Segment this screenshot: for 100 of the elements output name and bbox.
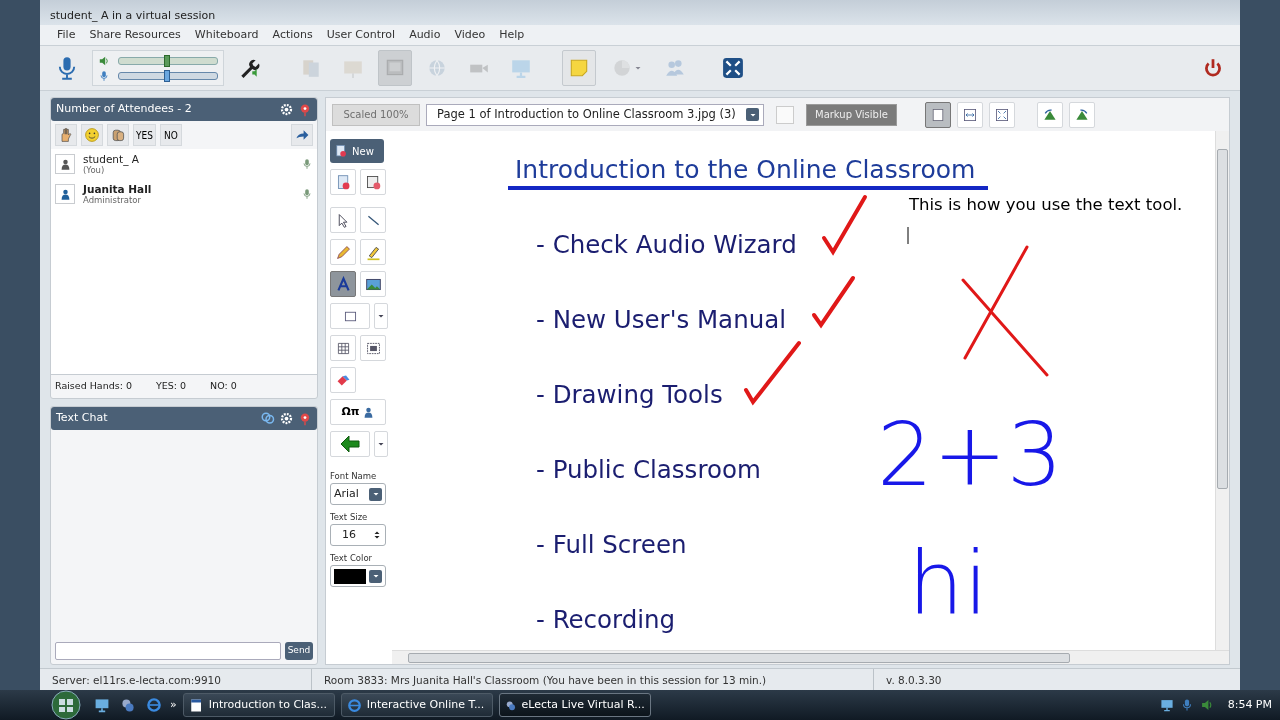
status-text: v. 8.0.3.30: [885, 673, 943, 688]
menu-item[interactable]: Actions: [265, 25, 320, 45]
browser-icon: [146, 697, 162, 713]
menu-item[interactable]: Share Resources: [82, 25, 188, 45]
clapping-hands-button[interactable]: [107, 124, 129, 146]
color-picker[interactable]: [330, 565, 386, 587]
vertical-scrollbar[interactable]: [1215, 131, 1229, 650]
field-label: Font Name: [330, 471, 378, 481]
menu-item[interactable]: Video: [447, 25, 493, 45]
arrow-tool[interactable]: [330, 431, 370, 457]
check-mark: [822, 195, 867, 256]
arrow-icon: [338, 434, 362, 454]
taskbar-button[interactable]: Introduction to Clas...: [182, 693, 335, 717]
no-button[interactable]: NO: [159, 124, 182, 146]
menu-item[interactable]: Help: [492, 25, 532, 45]
menu-item[interactable]: Audio: [402, 25, 448, 45]
rectangle-tool[interactable]: [330, 303, 370, 329]
pencil-tool[interactable]: [330, 239, 356, 265]
horizontal-scrollbar[interactable]: [392, 650, 1229, 664]
import-image-icon: [334, 144, 348, 158]
clear-page-tool[interactable]: [360, 169, 386, 195]
document-icon: [188, 697, 204, 713]
yes-button[interactable]: YES: [133, 124, 156, 146]
slide-bullet: - Public Classroom: [536, 455, 761, 485]
markup-visible-button[interactable]: Markup Visible: [806, 103, 897, 126]
fit-page-button[interactable]: [988, 101, 1015, 128]
highlighter-tool[interactable]: [360, 239, 386, 265]
handwritten-text: hi: [908, 539, 989, 627]
microphone-volume-slider[interactable]: [118, 71, 218, 80]
handwritten-text: 2+3: [877, 411, 1063, 499]
start-button[interactable]: [48, 690, 84, 720]
menu-item[interactable]: File: [50, 25, 83, 45]
forward-button[interactable]: [291, 124, 313, 146]
import-image-tool[interactable]: [330, 169, 356, 195]
attendee-role: Administrator: [83, 195, 142, 205]
line-tool[interactable]: [360, 207, 386, 233]
page-dropdown[interactable]: Page 1 of Introduction to Online Classroom 3.jpg (3): [426, 103, 764, 126]
fit-width-icon: [961, 106, 978, 123]
clock: 8:54 PM: [1227, 696, 1272, 713]
menu-item[interactable]: Whiteboard: [187, 25, 266, 45]
speaker-icon: [1199, 698, 1214, 712]
pin-icon: [298, 411, 312, 426]
count-label: YES: 0: [155, 379, 187, 394]
clear-page-icon: [364, 173, 382, 191]
size-spinner[interactable]: 16: [330, 524, 386, 546]
attendee-row[interactable]: student_ A (You): [55, 153, 313, 175]
taskbar-button[interactable]: eLecta Live Virtual R...: [498, 693, 651, 717]
clapping-hands-icon: [110, 127, 126, 143]
slide-bullet: - New User's Manual: [536, 305, 786, 335]
settings-icon: [279, 102, 294, 117]
microphone-icon: [301, 187, 313, 201]
power-icon: [1202, 57, 1224, 79]
single-page-button[interactable]: [924, 101, 951, 128]
cursor-tool[interactable]: [330, 207, 356, 233]
smiley-button[interactable]: [81, 124, 103, 146]
symbols-button[interactable]: Ωπ: [330, 399, 386, 425]
screen-capture-tool[interactable]: [360, 335, 386, 361]
more-button[interactable]: »: [170, 696, 177, 714]
smiley-icon: [84, 127, 100, 143]
chat-users-icon: [260, 411, 275, 426]
slide-bullet: - Full Screen: [536, 530, 687, 560]
text-tool-tool[interactable]: [330, 271, 356, 297]
rotate-right-button[interactable]: [1068, 101, 1095, 128]
check-mark: [744, 341, 801, 406]
check-mark: [812, 276, 855, 329]
app-icon: [120, 697, 136, 713]
markup-checkbox[interactable]: [776, 105, 794, 124]
new-page-button[interactable]: New: [330, 139, 384, 163]
eraser-tool[interactable]: [330, 367, 356, 393]
speaker-icon: [98, 54, 110, 67]
slide-title: Introduction to the Online Classroom: [515, 155, 976, 185]
window-title: student_ A in a virtual session: [40, 0, 1240, 25]
field-label: Text Color: [330, 553, 374, 563]
attendee-name: student_ A: [83, 153, 140, 165]
typed-text: This is how you use the text tool.: [909, 194, 1183, 216]
font-dropdown[interactable]: Arial: [330, 483, 386, 505]
attendee-row[interactable]: Juanita Hall Administrator: [55, 183, 313, 205]
browser-icon: [346, 697, 362, 713]
panel-title: Number of Attendees - 2: [56, 101, 193, 118]
image-tool[interactable]: [360, 271, 386, 297]
speaker-volume-slider[interactable]: [118, 56, 218, 65]
pin-icon: [298, 102, 312, 117]
count-label: NO: 0: [210, 379, 237, 394]
count-label: Raised Hands: 0: [55, 379, 132, 394]
panel-title: Text Chat: [56, 410, 109, 427]
fit-width-button[interactable]: [956, 101, 983, 128]
monitor-icon: [1159, 698, 1174, 712]
send-button[interactable]: Send: [285, 642, 313, 660]
microphone-icon: [301, 157, 313, 171]
chat-input-field[interactable]: [55, 642, 281, 660]
raised-hand-button[interactable]: [55, 124, 77, 146]
attendee-name: Juanita Hall: [83, 183, 153, 195]
attendee-role: (You): [83, 165, 105, 175]
table-tool[interactable]: [330, 335, 356, 361]
menu-item[interactable]: User Control: [319, 25, 403, 45]
slide-bullet: - Drawing Tools: [536, 380, 723, 410]
slide-bullet: - Check Audio Wizard: [536, 230, 797, 260]
text-cursor-icon: [907, 226, 909, 245]
rotate-left-button[interactable]: [1036, 101, 1063, 128]
taskbar-button[interactable]: Interactive Online T...: [340, 693, 493, 717]
